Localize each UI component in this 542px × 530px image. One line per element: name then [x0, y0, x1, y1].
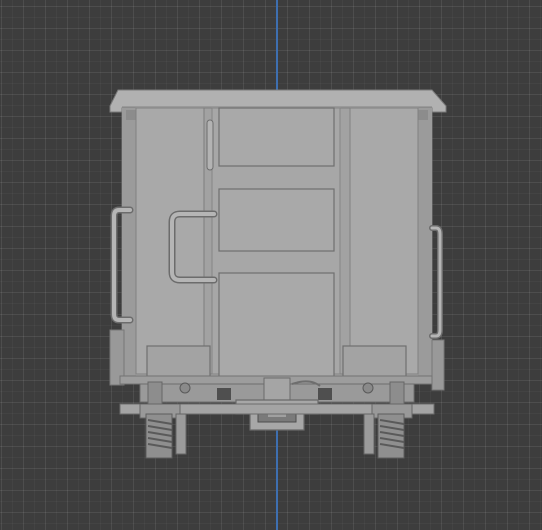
wagon-model[interactable]	[0, 0, 542, 530]
coupler-stem	[263, 377, 291, 401]
3d-viewport[interactable]	[0, 0, 542, 530]
right-lower-side	[431, 339, 445, 391]
left-bracket	[147, 381, 163, 405]
left-bolt-block	[217, 388, 231, 400]
middle-panel	[218, 188, 335, 252]
right-buffer-block	[342, 345, 407, 381]
vertical-handle	[206, 119, 214, 171]
left-wheel-guard	[175, 413, 187, 455]
right-wheel-guard	[363, 413, 375, 455]
left-axle-cap	[179, 382, 191, 394]
lower-panel	[218, 272, 335, 378]
right-axle-cap	[362, 382, 374, 394]
left-buffer-block	[146, 345, 211, 381]
right-bolt-block	[318, 388, 332, 400]
right-bracket	[389, 381, 405, 405]
right-door-panel	[349, 107, 419, 375]
upper-panel	[218, 107, 335, 167]
right-corner-block	[418, 110, 428, 120]
left-corner-block	[126, 110, 136, 120]
